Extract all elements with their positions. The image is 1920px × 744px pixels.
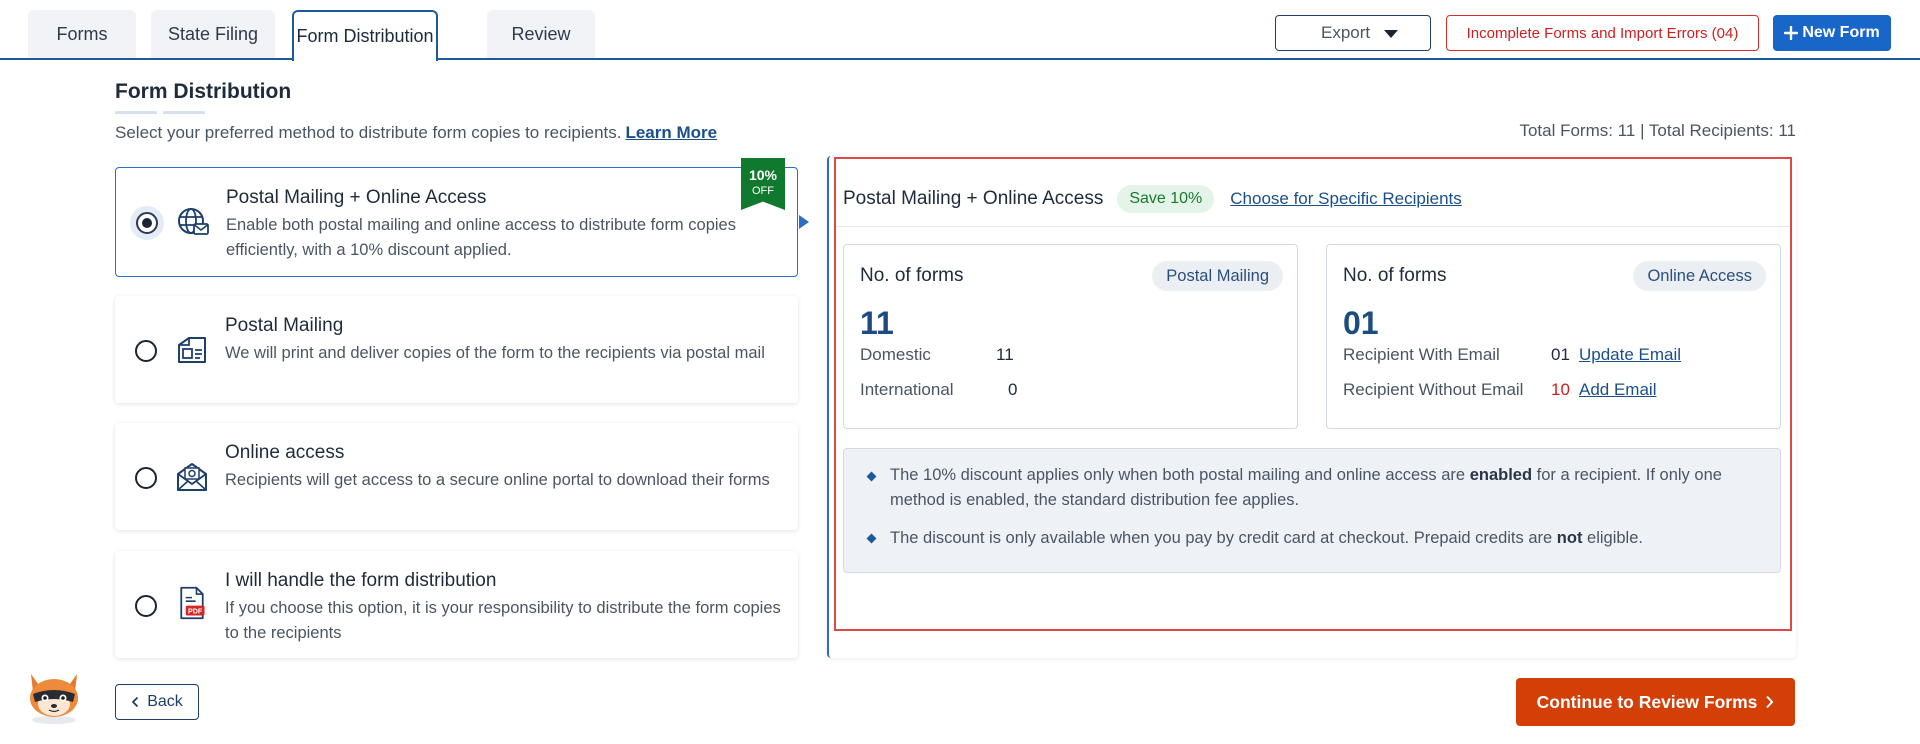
radio-postal-online[interactable] <box>136 212 158 234</box>
online-forms-count: 01 <box>1343 305 1379 341</box>
international-label: International <box>860 380 954 399</box>
option-title: I will handle the form distribution <box>225 570 497 591</box>
plus-icon <box>1784 26 1799 40</box>
tab-label: Review <box>511 23 571 44</box>
tab-label: State Filing <box>167 23 259 44</box>
option-description: If you choose this option, it is your re… <box>225 599 781 642</box>
choose-specific-recipients-link[interactable]: Choose for Specific Recipients <box>1230 189 1462 209</box>
note-bold: not <box>1556 529 1583 547</box>
domestic-label: Domestic <box>860 345 931 364</box>
add-email-link[interactable]: Add Email <box>1579 380 1656 400</box>
ribbon-percent: 10% <box>748 167 778 183</box>
option-title: Online access <box>225 442 345 463</box>
incomplete-forms-button[interactable]: Incomplete Forms and Import Errors (04) <box>1446 15 1759 51</box>
postal-forms-count: 11 <box>860 305 894 341</box>
option-title: Postal Mailing + Online Access <box>226 187 487 208</box>
export-dropdown[interactable]: Export <box>1275 15 1431 51</box>
option-card-postal-online[interactable]: Postal Mailing + Online Access Enable bo… <box>115 158 798 277</box>
mailbox-icon <box>178 337 206 363</box>
recipient-with-email-value: 01 <box>1551 345 1570 364</box>
bullet-icon <box>866 533 877 544</box>
recipient-without-email-label: Recipient Without Email <box>1343 380 1524 399</box>
back-label: Back <box>147 693 183 710</box>
discount-ribbon-badge: 10% OFF <box>741 158 785 210</box>
incomplete-forms-label: Incomplete Forms and Import Errors (04) <box>1466 24 1739 42</box>
international-value: 0 <box>1008 380 1018 399</box>
note-text: eligible. <box>1582 529 1643 547</box>
panel-divider <box>836 226 1790 227</box>
save-badge: Save 10% <box>1117 185 1215 213</box>
totals-summary: Total Forms: 11 | Total Recipients: 11 <box>1519 121 1796 140</box>
page-title: Form Distribution <box>115 80 292 103</box>
note-text: The discount is only available when you … <box>890 529 1557 547</box>
radio-self-distribution[interactable] <box>135 595 157 617</box>
chevron-right-icon <box>1766 695 1774 709</box>
tab-forms[interactable]: Forms <box>28 10 136 58</box>
back-button[interactable]: Back <box>115 684 199 720</box>
selection-pointer-arrow <box>799 215 809 229</box>
discount-note: The 10% discount applies only when both … <box>890 463 1760 513</box>
email-at-icon <box>177 463 207 491</box>
forms-count-label: No. of forms <box>1343 265 1447 286</box>
forms-count-label: No. of forms <box>860 265 964 286</box>
new-form-label: New Form <box>1802 24 1880 41</box>
note-bold: enabled <box>1469 466 1533 484</box>
domestic-value: 11 <box>996 345 1014 364</box>
pdf-file-icon: PDF <box>180 586 205 620</box>
learn-more-link[interactable]: Learn More <box>625 123 717 142</box>
tab-form-distribution[interactable]: Form Distribution <box>292 10 438 64</box>
raccoon-assistant-icon[interactable] <box>21 660 87 726</box>
tab-state-filing[interactable]: State Filing <box>151 10 275 58</box>
update-email-link[interactable]: Update Email <box>1579 345 1681 365</box>
new-form-button[interactable]: New Form <box>1773 15 1891 51</box>
continue-to-review-button[interactable]: Continue to Review Forms <box>1516 678 1795 726</box>
page-subtitle: Select your preferred method to distribu… <box>115 123 717 143</box>
subtitle-text: Select your preferred method to distribu… <box>115 123 622 142</box>
tab-review[interactable]: Review <box>487 10 595 58</box>
tab-label: Form Distribution <box>296 26 434 46</box>
radio-postal-mailing[interactable] <box>135 340 157 362</box>
recipient-with-email-label: Recipient With Email <box>1343 345 1500 364</box>
export-label: Export <box>1321 23 1371 42</box>
postal-mailing-pill: Postal Mailing <box>1152 261 1283 291</box>
title-underline-divider <box>115 111 157 114</box>
top-tab-bar: Forms State Filing Form Distribution Rev… <box>0 0 1920 64</box>
tab-label: Forms <box>56 23 108 44</box>
ribbon-off: OFF <box>752 185 774 197</box>
online-access-pill: Online Access <box>1633 261 1766 291</box>
option-card-online-access[interactable]: Online access Recipients will get access… <box>115 423 798 530</box>
discount-info-box: The 10% discount applies only when both … <box>843 448 1781 573</box>
title-underline-divider <box>163 111 205 114</box>
online-access-count-card: No. of forms Online Access 01 Recipient … <box>1326 244 1781 429</box>
pdf-label: PDF <box>188 607 203 615</box>
option-description: We will print and deliver copies of the … <box>225 344 765 362</box>
panel-header: Postal Mailing + Online Access Save 10% … <box>843 181 1462 217</box>
chevron-down-icon <box>1384 30 1398 38</box>
option-title: Postal Mailing <box>225 315 344 336</box>
option-card-postal-mailing[interactable]: Postal Mailing We will print and deliver… <box>115 296 798 403</box>
globe-mail-icon <box>178 208 209 235</box>
bullet-icon <box>866 471 877 482</box>
postal-mailing-count-card: No. of forms Postal Mailing 11 Domestic … <box>843 244 1298 429</box>
chevron-left-icon <box>131 696 139 708</box>
option-card-self-distribution[interactable]: PDF I will handle the form distribution … <box>115 551 798 658</box>
panel-title: Postal Mailing + Online Access <box>843 188 1104 209</box>
credit-card-note: The discount is only available when you … <box>890 526 1760 551</box>
option-description: Recipients will get access to a secure o… <box>225 471 770 489</box>
note-text: The 10% discount applies only when both … <box>890 466 1470 484</box>
radio-online-access[interactable] <box>135 467 157 489</box>
continue-label: Continue to Review Forms <box>1536 691 1758 712</box>
option-description: Enable both postal mailing and online ac… <box>226 216 736 259</box>
recipient-without-email-value: 10 <box>1551 380 1570 399</box>
